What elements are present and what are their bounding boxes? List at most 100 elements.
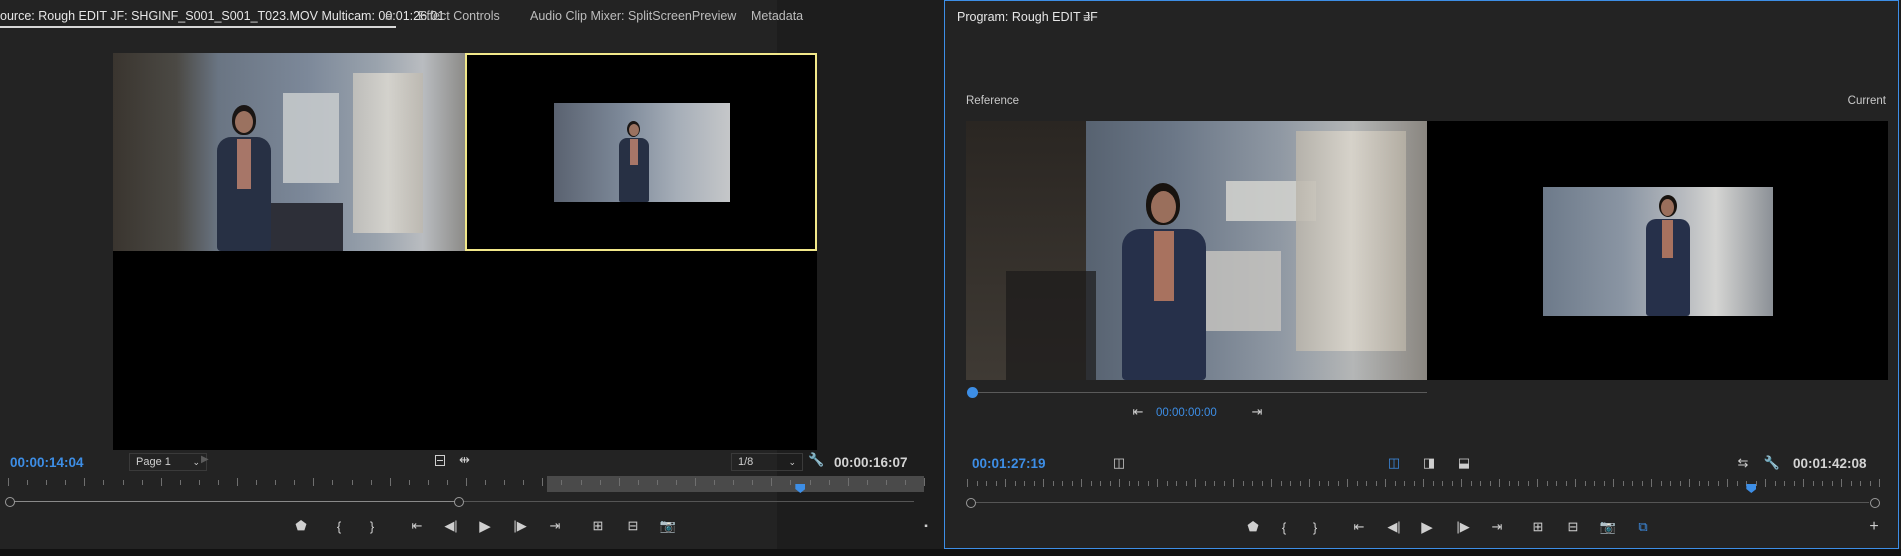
mark-out-icon: }	[1312, 519, 1318, 535]
button-editor-button[interactable]: +	[1862, 517, 1886, 537]
horizontal-split-icon: ⬓	[1457, 455, 1471, 470]
step-forward-button[interactable]: |▶	[508, 516, 532, 536]
resolution-select[interactable]: 1/8 ⌄	[731, 453, 803, 471]
safe-margins-icon[interactable]	[435, 455, 445, 466]
swap-icon: ⇆	[1737, 455, 1749, 470]
comparison-view-icon: ⧉	[1638, 519, 1648, 534]
program-current-timecode[interactable]: 00:01:27:19	[972, 456, 1046, 471]
camera-angle-2[interactable]	[465, 53, 817, 251]
ruler-tick	[996, 481, 997, 486]
go-to-in-button[interactable]: ⇤	[1347, 517, 1371, 537]
tab-effect-controls[interactable]: Effect Controls	[418, 9, 500, 23]
ruler-tick	[199, 480, 200, 485]
source-scroll-start-handle[interactable]	[5, 497, 15, 507]
export-frame-button[interactable]: 📷	[1596, 517, 1620, 537]
ruler-tick	[1319, 481, 1320, 486]
ruler-tick	[256, 480, 257, 485]
extract-button[interactable]: ⊟	[1561, 517, 1585, 537]
ruler-tick	[1528, 481, 1529, 486]
tab-metadata[interactable]: Metadata	[751, 9, 803, 23]
ruler-tick	[1110, 481, 1111, 486]
program-scroll-start-handle[interactable]	[966, 498, 976, 508]
current-frame-view[interactable]	[1427, 121, 1888, 380]
ruler-tick	[466, 478, 467, 486]
ruler-tick	[371, 480, 372, 485]
button-editor-button[interactable]: ▪	[914, 516, 938, 536]
reference-go-to-out-button[interactable]: ⇥	[1245, 402, 1269, 422]
ruler-tick	[1366, 481, 1367, 486]
comparison-view-button[interactable]: ⧉	[1631, 517, 1655, 537]
fit-icon[interactable]: ⇹	[459, 452, 470, 468]
page-select[interactable]: Page 1 ⌄	[129, 453, 207, 471]
overwrite-button[interactable]: ⊟	[621, 516, 645, 536]
split-view-button[interactable]: ◫	[1107, 453, 1131, 473]
go-to-out-button[interactable]: ⇥	[1485, 517, 1509, 537]
ruler-tick	[1832, 481, 1833, 486]
source-duration-timecode: 00:00:16:07	[834, 455, 908, 470]
active-tab-underline	[0, 26, 396, 28]
tab-program[interactable]: Program: Rough EDIT JF	[957, 10, 1098, 24]
add-marker-button[interactable]: ⬟	[289, 516, 313, 536]
page-next-icon[interactable]: ▶	[201, 454, 209, 465]
mark-out-button[interactable]: }	[360, 516, 384, 536]
lift-button[interactable]: ⊞	[1526, 517, 1550, 537]
ruler-tick	[1148, 481, 1149, 486]
ruler-tick	[1081, 479, 1082, 487]
multicam-viewer[interactable]	[113, 53, 817, 450]
step-back-button[interactable]: ◀|	[439, 516, 463, 536]
play-button[interactable]: ▶	[1415, 517, 1439, 537]
tab-source[interactable]: ource: Rough EDIT JF: SHGINF_S001_S001_T…	[0, 9, 444, 23]
ruler-tick	[1376, 481, 1377, 486]
export-frame-button[interactable]: 📷	[656, 516, 680, 536]
reference-scrubber-handle[interactable]	[967, 387, 978, 398]
mark-out-button[interactable]: }	[1303, 517, 1327, 537]
program-time-ruler[interactable]	[967, 477, 1880, 493]
play-button[interactable]: ▶	[473, 516, 497, 536]
source-zoom-scrollbar-thumb[interactable]	[12, 501, 460, 502]
vertical-split-button[interactable]: ◨	[1417, 453, 1441, 473]
ruler-tick	[581, 480, 582, 485]
ruler-tick	[986, 481, 987, 486]
program-scroll-end-handle[interactable]	[1870, 498, 1880, 508]
reference-frame-view[interactable]	[966, 121, 1427, 380]
ruler-tick	[542, 478, 543, 486]
go-to-out-button[interactable]: ⇥	[543, 516, 567, 536]
source-current-timecode[interactable]: 00:00:14:04	[10, 455, 84, 470]
ruler-tick	[1290, 481, 1291, 486]
source-scroll-end-handle[interactable]	[454, 497, 464, 507]
side-by-side-button[interactable]: ◫	[1382, 453, 1406, 473]
program-zoom-scrollbar-track[interactable]	[973, 502, 1869, 503]
reference-timecode[interactable]: 00:00:00:00	[1156, 407, 1217, 419]
add-marker-button[interactable]: ⬟	[1241, 517, 1265, 537]
ruler-tick	[771, 478, 772, 486]
ruler-tick	[332, 480, 333, 485]
camera-angle-1[interactable]	[113, 53, 465, 251]
source-time-ruler[interactable]	[8, 476, 925, 492]
ruler-tick	[1395, 481, 1396, 486]
panel-menu-icon[interactable]: ≡	[385, 9, 393, 24]
insert-button[interactable]: ⊞	[586, 516, 610, 536]
step-back-button[interactable]: ◀|	[1382, 517, 1406, 537]
ruler-tick	[1347, 479, 1348, 487]
ruler-tick	[1167, 481, 1168, 486]
panel-menu-icon[interactable]: ≡	[1083, 10, 1091, 25]
go-to-in-button[interactable]: ⇤	[405, 516, 429, 536]
step-forward-button[interactable]: |▶	[1451, 517, 1475, 537]
ruler-tick	[1623, 481, 1624, 486]
ruler-tick	[1841, 479, 1842, 487]
mark-in-button[interactable]: {	[327, 516, 351, 536]
swap-sides-button[interactable]: ⇆	[1731, 453, 1755, 473]
reference-go-to-in-button[interactable]: ⇤	[1126, 402, 1150, 422]
horizontal-split-button[interactable]: ⬓	[1452, 453, 1476, 473]
ruler-tick	[1490, 481, 1491, 486]
tab-audio-clip-mixer[interactable]: Audio Clip Mixer: SplitScreenPreview	[530, 9, 736, 23]
ruler-tick	[1043, 479, 1044, 487]
mark-in-button[interactable]: {	[1272, 517, 1296, 537]
subject-figure	[211, 105, 277, 251]
reference-scrubber-track[interactable]	[974, 392, 1427, 393]
ruler-tick	[1651, 479, 1652, 487]
ruler-tick	[1509, 481, 1510, 486]
settings-wrench-icon[interactable]: 🔧	[808, 452, 824, 468]
settings-wrench-icon: 🔧	[1763, 455, 1781, 470]
settings-button[interactable]: 🔧	[1760, 453, 1784, 473]
